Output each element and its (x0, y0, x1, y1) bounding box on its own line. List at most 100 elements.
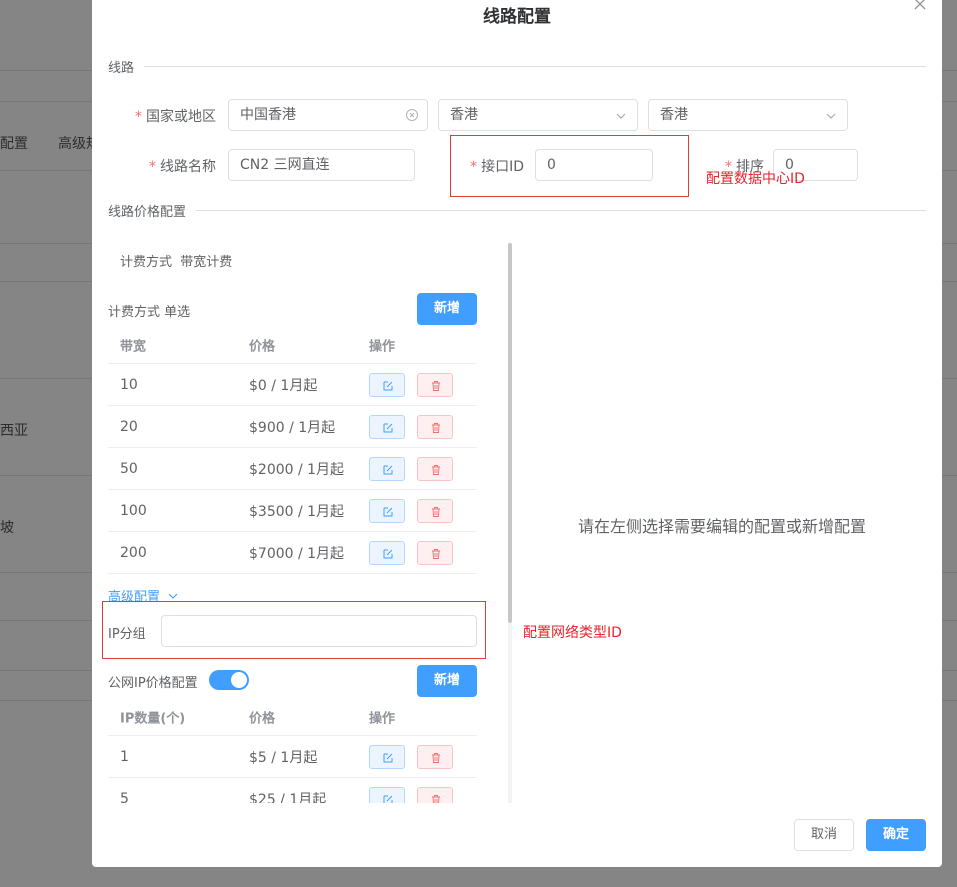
billing-mode-value: 带宽计费 (180, 255, 233, 270)
billing-single-label: 计费方式 单选 (108, 305, 191, 320)
edit-button[interactable] (369, 744, 405, 769)
bg-cell: 西亚 (0, 423, 28, 439)
header-bandwidth: 带宽 (120, 339, 147, 354)
cell-price: $25 / 1月起 (249, 791, 327, 804)
trash-icon (432, 422, 440, 433)
section-route: 线路 (108, 57, 926, 76)
edit-icon (383, 465, 393, 474)
table-row: 50 $2000 / 1月起 (108, 448, 477, 490)
cell-price: $5 / 1月起 (249, 749, 318, 766)
edit-button[interactable] (369, 456, 405, 481)
country-input[interactable]: 中国香港 (228, 99, 428, 131)
trash-icon (432, 506, 440, 517)
clear-icon[interactable] (405, 108, 419, 122)
toggle-knob (231, 672, 247, 688)
header-price: 价格 (249, 711, 276, 726)
trash-icon (432, 548, 440, 559)
table-row: 5 $25 / 1月起 (108, 778, 477, 803)
edit-icon (383, 753, 393, 762)
header-actions: 操作 (369, 711, 396, 726)
cell-ip-count: 1 (120, 748, 129, 765)
section-price-title: 线路价格配置 (108, 205, 197, 220)
section-divider (108, 66, 926, 67)
edit-icon (383, 423, 393, 432)
cell-ip-count: 5 (120, 790, 129, 804)
confirm-button[interactable]: 确定 (866, 819, 926, 851)
public-ip-label: 公网IP价格配置 (108, 676, 198, 691)
route-name-value: CN2 三网直连 (240, 157, 330, 173)
cancel-button[interactable]: 取消 (794, 819, 854, 851)
route-name-input[interactable]: CN2 三网直连 (228, 149, 415, 181)
city-value: 香港 (660, 107, 688, 123)
cell-bandwidth: 100 (120, 502, 147, 519)
cell-bandwidth: 50 (120, 460, 138, 477)
table-row: 100 $3500 / 1月起 (108, 490, 477, 532)
delete-button[interactable] (417, 498, 453, 523)
section-price: 线路价格配置 (108, 201, 926, 220)
trash-icon (432, 794, 440, 803)
edit-icon (383, 795, 393, 803)
billing-mode-row: 计费方式 带宽计费 (120, 251, 232, 270)
edit-button[interactable] (369, 786, 405, 803)
delete-button[interactable] (417, 414, 453, 439)
trash-icon (432, 464, 440, 475)
table-row: 20 $900 / 1月起 (108, 406, 477, 448)
route-name-label-text: 线路名称 (160, 159, 216, 175)
table-row: 200 $7000 / 1月起 (108, 532, 477, 574)
edit-icon (383, 549, 393, 558)
table-row: 1 $5 / 1月起 (108, 736, 477, 778)
bg-cell: 坡 (0, 520, 14, 536)
annotation-note-network: 配置网络类型ID (523, 625, 622, 641)
left-pane-scrollbar[interactable] (508, 243, 512, 803)
table-header: 带宽 价格 操作 (108, 326, 477, 364)
cell-price: $2000 / 1月起 (249, 461, 345, 478)
delete-button[interactable] (417, 786, 453, 803)
ip-price-table: IP数量(个) 价格 操作 1 $5 / 1月起 5 $25 / 1月起 (108, 698, 477, 803)
edit-button[interactable] (369, 498, 405, 523)
route-name-label: * 线路名称 (149, 159, 216, 175)
close-icon[interactable] (912, 0, 928, 12)
region-select[interactable]: 香港 (438, 99, 638, 131)
price-config-pane: 计费方式 带宽计费 计费方式 单选 新增 带宽 价格 操作 10 $0 / 1月… (108, 243, 512, 803)
city-select[interactable]: 香港 (648, 99, 848, 131)
edit-button[interactable] (369, 540, 405, 565)
table-header: IP数量(个) 价格 操作 (108, 698, 477, 736)
country-label: * 国家或地区 (135, 109, 216, 125)
route-config-dialog: 线路配置 线路 * 国家或地区 中国香港 香港 香港 * 线路名称 CN2 三网直连… (92, 0, 942, 867)
table-row: 10 $0 / 1月起 (108, 364, 477, 406)
interface-id-input[interactable]: 0 (535, 149, 653, 181)
cell-bandwidth: 10 (120, 376, 138, 393)
add-bandwidth-button[interactable]: 新增 (417, 293, 477, 325)
public-ip-toggle[interactable] (209, 670, 249, 690)
cell-price: $0 / 1月起 (249, 377, 318, 394)
billing-mode-label: 计费方式 (120, 255, 173, 270)
add-ip-price-button[interactable]: 新增 (417, 665, 477, 697)
bg-column-header: 配置 (0, 136, 28, 152)
country-value: 中国香港 (240, 107, 296, 123)
interface-id-value: 0 (547, 157, 556, 173)
edit-icon (383, 381, 393, 390)
header-actions: 操作 (369, 339, 396, 354)
annotation-box-network (102, 601, 486, 659)
delete-button[interactable] (417, 540, 453, 565)
trash-icon (432, 752, 440, 763)
region-value: 香港 (450, 107, 478, 123)
cell-bandwidth: 20 (120, 418, 138, 435)
right-pane-placeholder: 请在左侧选择需要编辑的配置或新增配置 (578, 517, 867, 536)
delete-button[interactable] (417, 744, 453, 769)
edit-icon (383, 507, 393, 516)
cell-price: $900 / 1月起 (249, 419, 336, 436)
bandwidth-table: 带宽 价格 操作 10 $0 / 1月起 20 $900 / 1月起 50 $2… (108, 326, 477, 574)
dialog-title: 线路配置 (483, 7, 551, 27)
country-label-text: 国家或地区 (146, 109, 216, 125)
delete-button[interactable] (417, 372, 453, 397)
header-ip-count: IP数量(个) (120, 711, 186, 726)
edit-button[interactable] (369, 372, 405, 397)
chevron-down-icon (616, 113, 626, 119)
delete-button[interactable] (417, 456, 453, 481)
interface-id-label: * 接口ID (470, 159, 524, 175)
trash-icon (432, 380, 440, 391)
edit-button[interactable] (369, 414, 405, 439)
annotation-note-datacenter: 配置数据中心ID (706, 171, 805, 187)
scroll-thumb[interactable] (508, 243, 512, 623)
